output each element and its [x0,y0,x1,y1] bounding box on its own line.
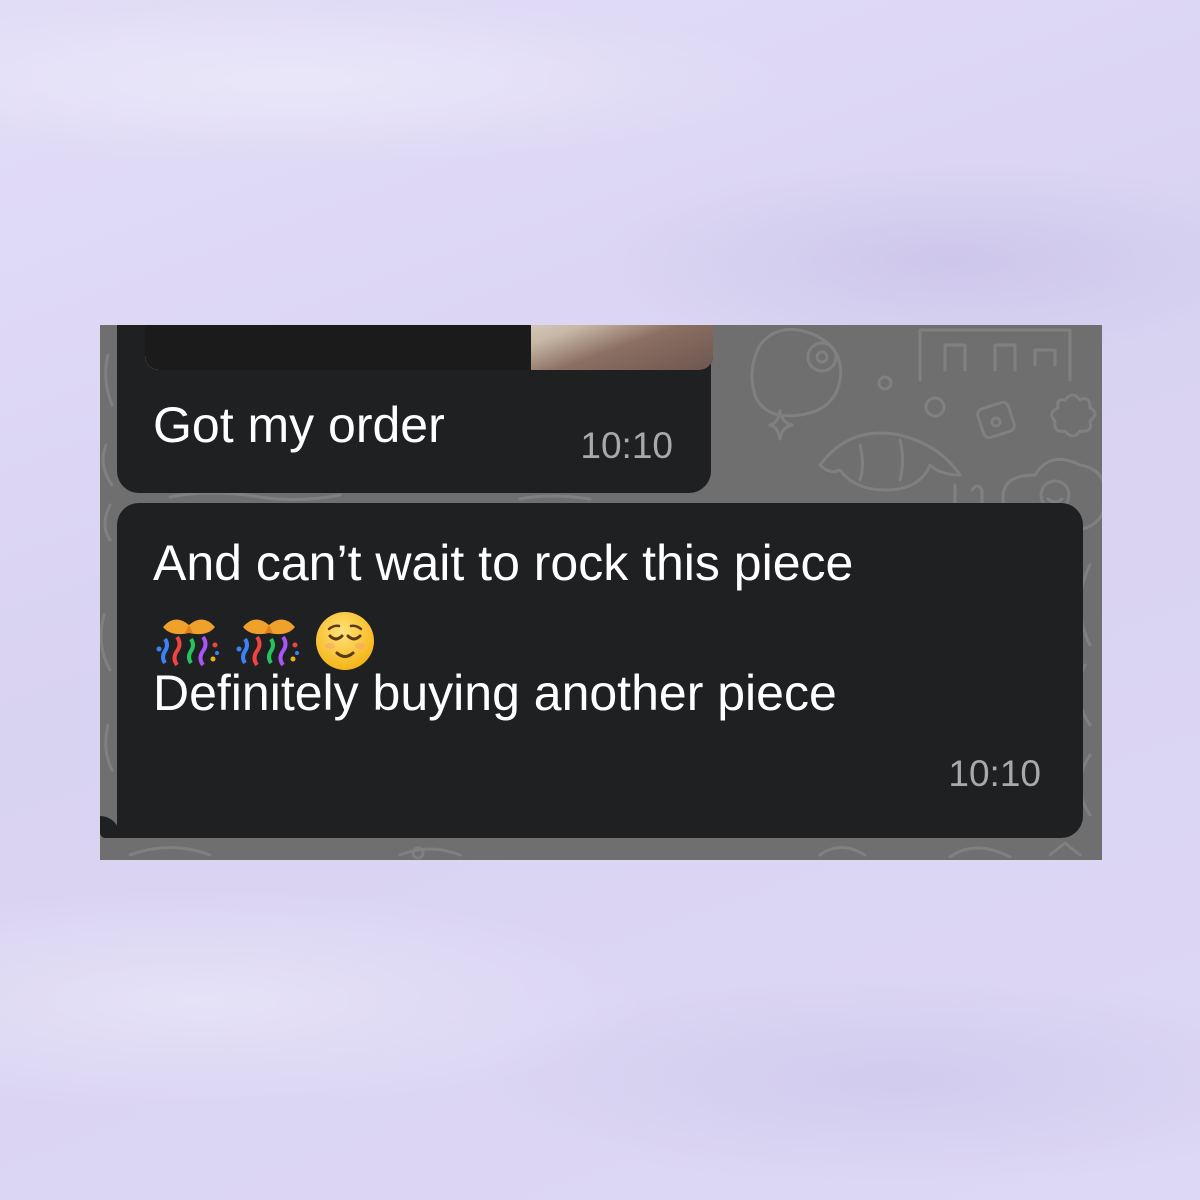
bubble-tail [100,816,120,838]
chat-screenshot: Got my order 10:10 And can’t wait to roc… [100,325,1102,860]
message-bubble-received[interactable]: Got my order 10:10 [117,325,713,493]
message-text: Got my order [153,397,445,453]
message-text-line: And can’t wait to rock this piece [153,535,854,591]
photo-light-region [531,325,713,370]
message-bubble-received[interactable]: And can’t wait to rock this piece Defini… [100,503,1083,838]
message-timestamp: 10:10 [948,753,1041,794]
message-text-line: Definitely buying another piece [153,665,837,721]
message-timestamp: 10:10 [580,425,673,466]
message-photo-attachment[interactable] [145,325,713,370]
photo-dark-region [145,325,533,370]
